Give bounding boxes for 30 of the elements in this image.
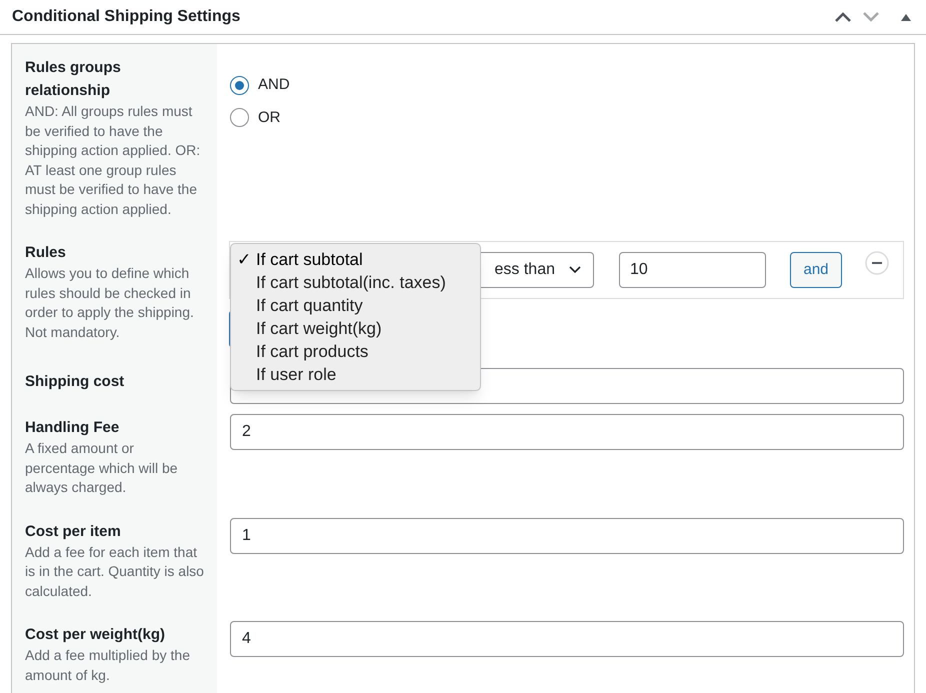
radio-option[interactable]: AND bbox=[230, 74, 290, 96]
field-label: Shipping cost bbox=[25, 372, 126, 392]
radio-button[interactable] bbox=[230, 108, 249, 128]
panel-title: Conditional Shipping Settings bbox=[12, 7, 240, 27]
dropdown-option[interactable]: If cart quantity bbox=[231, 294, 480, 317]
remove-circle-icon[interactable] bbox=[865, 251, 889, 275]
field-label: Rules bbox=[25, 243, 67, 263]
field-label: Handling Fee bbox=[25, 418, 120, 438]
field-description: A fixed amount or percentage which will be always charged. bbox=[25, 439, 179, 497]
check-mark: ✓ bbox=[237, 250, 251, 269]
value-input[interactable]: 10 bbox=[619, 252, 766, 288]
field-label: Cost per item bbox=[25, 522, 122, 542]
field-label: Rules groups relationship bbox=[25, 58, 122, 101]
and-button[interactable]: and bbox=[790, 252, 842, 288]
field-description: Add a fee multiplied by the amount of kg. bbox=[25, 646, 191, 685]
radio-button[interactable] bbox=[230, 76, 249, 95]
dropdown-option[interactable]: If cart weight(kg) bbox=[231, 317, 480, 340]
dropdown-option[interactable]: If user role bbox=[231, 363, 480, 386]
text-input[interactable]: 2 bbox=[230, 414, 904, 450]
field-description: Add a fee for each item that is in the cart. Quantity is also calculated. bbox=[25, 542, 204, 600]
text-input[interactable]: 4 bbox=[230, 621, 904, 657]
dropdown-option[interactable]: If cart products bbox=[231, 340, 480, 363]
collapse-triangle-icon[interactable] bbox=[900, 12, 912, 22]
field-description: Allows you to define which rules should be checked in order to apply the shipping. Not mandatory. bbox=[25, 264, 195, 342]
chevron-down-icon bbox=[569, 266, 581, 274]
radio-option[interactable]: OR bbox=[230, 106, 290, 129]
field-description: AND: All groups rules must be verified to have the shipping action applied. OR: AT least one group rules must be verified to have the shipping action applied. bbox=[25, 102, 202, 219]
text-input[interactable]: 1 bbox=[230, 518, 904, 554]
field-label: Cost per weight(kg) bbox=[25, 625, 166, 645]
chevron-up-icon[interactable] bbox=[834, 11, 852, 23]
